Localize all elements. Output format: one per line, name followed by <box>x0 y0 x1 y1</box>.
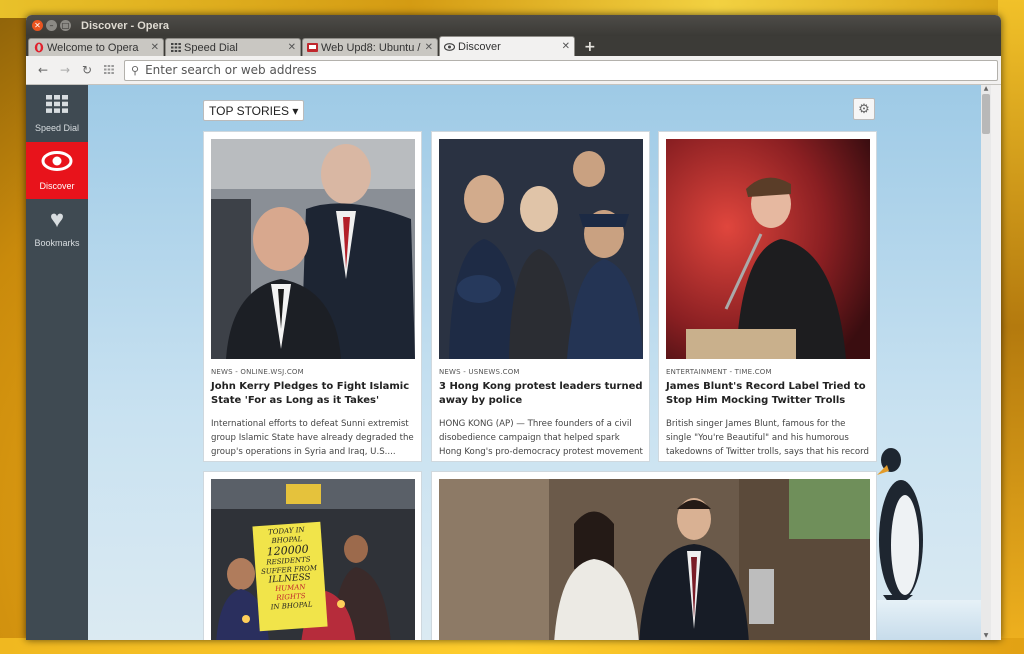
news-headline[interactable]: John Kerry Pledges to Fight Islamic Stat… <box>211 380 416 408</box>
settings-button[interactable]: ⚙ <box>853 98 875 120</box>
grid-icon <box>170 42 181 53</box>
speed-dial-icon[interactable] <box>98 63 120 77</box>
sidebar-item-bookmarks[interactable]: ♥ Bookmarks <box>26 199 88 256</box>
news-card[interactable] <box>431 471 877 640</box>
browser-window: ✕ – □ Discover - Opera Welcome to Opera … <box>26 15 1001 640</box>
ice-wallpaper-image <box>858 600 991 640</box>
tab-welcome-to-opera[interactable]: Welcome to Opera ✕ <box>28 38 164 56</box>
tab-webupd8[interactable]: Web Upd8: Ubuntu / ✕ <box>302 38 438 56</box>
sidebar-item-discover[interactable]: Discover <box>26 142 88 199</box>
tab-close-icon[interactable]: ✕ <box>562 41 570 52</box>
sidebar-item-label: Bookmarks <box>34 237 80 248</box>
news-source: ENTERTAINMENT - TIME.COM <box>666 368 772 376</box>
desktop-wallpaper-bottom <box>0 638 1024 654</box>
news-photo-tv-show <box>439 479 870 640</box>
news-source: NEWS - ONLINE.WSJ.COM <box>211 368 304 376</box>
news-summary: British singer James Blunt, famous for t… <box>666 419 869 457</box>
webupd8-icon <box>307 42 318 53</box>
news-summary: HONG KONG (AP) — Three founders of a civ… <box>439 419 643 457</box>
category-dropdown[interactable]: TOP STORIES ▾ <box>203 100 305 121</box>
discover-feed: TOP STORIES ▾ ⚙ NEWS - ONLINE.WSJ.COM Jo… <box>88 85 991 640</box>
gear-icon: ⚙ <box>858 101 870 117</box>
sidebar-item-speed-dial[interactable]: Speed Dial <box>26 85 88 142</box>
news-photo-hong-kong-protest <box>439 139 643 359</box>
window-minimize-icon[interactable]: – <box>46 20 57 31</box>
eye-icon <box>444 41 455 52</box>
grid-icon <box>46 94 68 117</box>
desktop-wallpaper-right <box>998 0 1024 654</box>
sidebar: Speed Dial Discover ♥ Bookmarks <box>26 85 88 640</box>
protest-sign-text: TODAY IN BHOPAL 120000 RESIDENTS SUFFER … <box>256 525 322 613</box>
news-summary: International efforts to defeat Sunni ex… <box>211 419 414 457</box>
eye-icon <box>41 150 73 175</box>
news-photo-kerry <box>211 139 415 359</box>
heart-icon: ♥ <box>49 205 65 233</box>
tab-label: Speed Dial <box>184 41 238 54</box>
tab-close-icon[interactable]: ✕ <box>425 42 433 53</box>
news-photo-james-blunt <box>666 139 870 359</box>
news-card[interactable]: NEWS - ONLINE.WSJ.COM John Kerry Pledges… <box>203 131 422 462</box>
back-icon[interactable]: ← <box>32 63 54 77</box>
sidebar-item-label: Discover <box>39 180 75 191</box>
news-card[interactable]: TODAY IN BHOPAL 120000 RESIDENTS SUFFER … <box>203 471 422 640</box>
page-content: Speed Dial Discover ♥ Bookmarks TOP STOR… <box>26 85 1001 640</box>
tab-label: Welcome to Opera <box>47 41 139 54</box>
tab-speed-dial[interactable]: Speed Dial ✕ <box>165 38 301 56</box>
address-input[interactable] <box>145 63 966 77</box>
news-headline[interactable]: 3 Hong Kong protest leaders turned away … <box>439 380 644 408</box>
title-bar: ✕ – □ Discover - Opera <box>26 15 1001 36</box>
scrollbar-thumb[interactable] <box>982 94 990 134</box>
vertical-scrollbar[interactable]: ▲ ▼ <box>981 85 991 640</box>
news-card[interactable]: NEWS - USNEWS.COM 3 Hong Kong protest le… <box>431 131 650 462</box>
tab-label: Discover <box>458 40 501 53</box>
penguin-wallpaper-image <box>877 448 923 603</box>
tab-close-icon[interactable]: ✕ <box>288 42 296 53</box>
tab-label: Web Upd8: Ubuntu / <box>321 41 421 54</box>
window-close-icon[interactable]: ✕ <box>32 20 43 31</box>
news-source: NEWS - USNEWS.COM <box>439 368 520 376</box>
sidebar-item-label: Speed Dial <box>34 122 80 133</box>
news-card[interactable]: ENTERTAINMENT - TIME.COM James Blunt's R… <box>658 131 877 462</box>
new-tab-button[interactable]: + <box>584 39 596 55</box>
window-maximize-icon[interactable]: □ <box>60 20 71 31</box>
window-title: Discover - Opera <box>81 19 170 32</box>
scroll-up-icon[interactable]: ▲ <box>982 85 990 93</box>
search-icon: ⚲ <box>131 63 140 77</box>
address-field[interactable]: ⚲ <box>124 59 998 81</box>
scroll-down-icon[interactable]: ▼ <box>982 632 990 640</box>
forward-icon[interactable]: → <box>54 63 76 77</box>
reload-icon[interactable]: ↻ <box>76 63 98 77</box>
address-bar: ← → ↻ ⚲ <box>26 56 1001 85</box>
tab-bar: Welcome to Opera ✕ Speed Dial ✕ Web Upd8… <box>26 36 1001 56</box>
tab-close-icon[interactable]: ✕ <box>151 42 159 53</box>
news-headline[interactable]: James Blunt's Record Label Tried to Stop… <box>666 380 871 408</box>
tab-discover[interactable]: Discover ✕ <box>439 36 575 56</box>
opera-icon <box>33 42 44 53</box>
